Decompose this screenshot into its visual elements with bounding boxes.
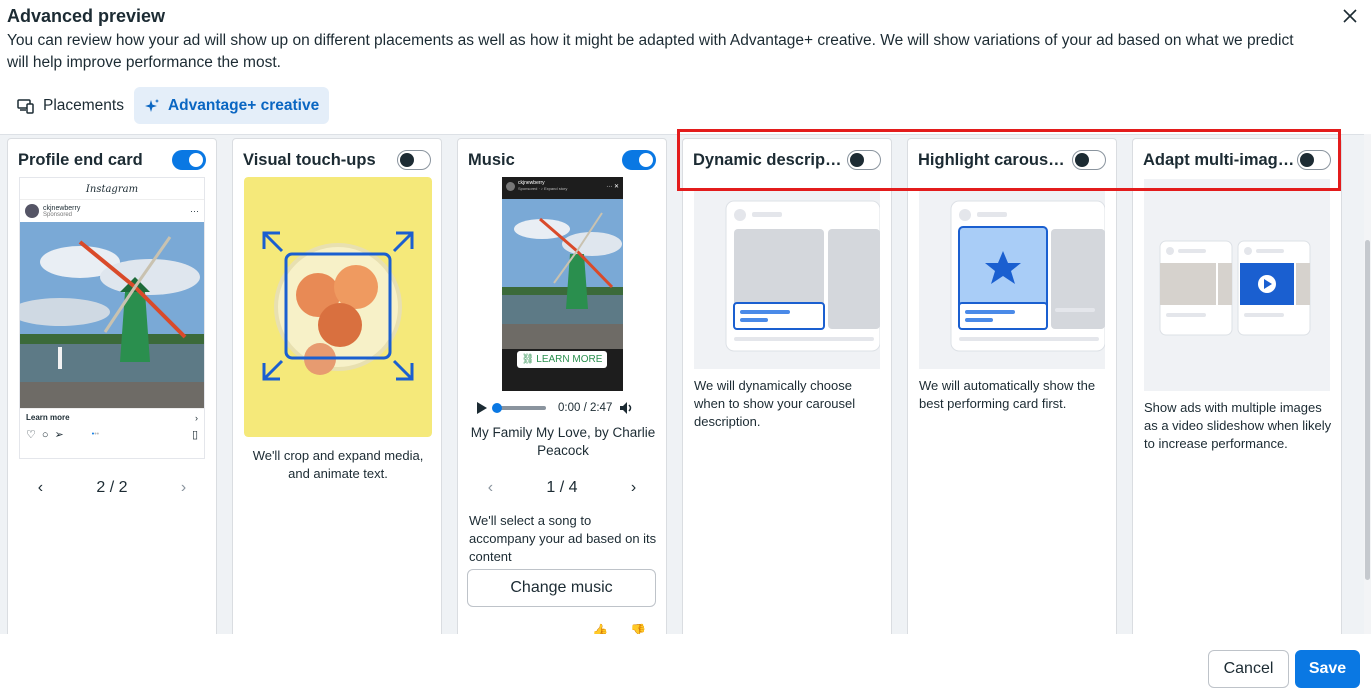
tab-placements[interactable]: Placements: [7, 87, 134, 124]
carousel-dots: •••: [91, 431, 100, 438]
card-description: Show ads with multiple images as a video…: [1144, 400, 1332, 451]
chevron-right-icon: ›: [195, 412, 198, 423]
avatar: [506, 181, 515, 191]
comment-icon: ○: [41, 428, 49, 441]
song-title: My Family My Love, by Charlie Peacock: [470, 425, 656, 458]
card-title: Visual touch-ups: [243, 150, 376, 169]
page-indicator: 1 / 4: [546, 479, 578, 496]
instagram-logo: Instagram: [20, 178, 204, 200]
tab-advantage-creative[interactable]: Advantage+ creative: [133, 87, 330, 124]
devices-icon: [17, 98, 34, 114]
save-button[interactable]: Save: [1295, 650, 1360, 688]
avatar: [25, 204, 39, 218]
chevron-left-icon[interactable]: ‹: [32, 479, 48, 497]
tab-advantage-label: Advantage+ creative: [167, 96, 320, 114]
ig-sponsored: Sponsored: [43, 211, 73, 218]
card-music: Music ckjnewberry Sponsored · ♪ Expand s…: [457, 138, 667, 648]
card-dynamic-description: Dynamic descrip… We will dynamically cho…: [682, 138, 892, 648]
chevron-left-icon[interactable]: ‹: [482, 479, 498, 497]
close-icon: ··· ✕: [606, 183, 619, 190]
toggle-visual-touchups[interactable]: [397, 150, 431, 170]
more-icon: ···: [190, 206, 199, 216]
footer: Cancel Save: [0, 634, 1371, 691]
toggle-music[interactable]: [622, 150, 656, 170]
card-pagination: ‹ 1 / 4 ›: [458, 479, 666, 497]
story-cta[interactable]: ⛓ LEARN MORE: [517, 351, 607, 368]
ig-username: ckjnewberry: [43, 204, 81, 212]
card-description: We will dynamically choose when to show …: [694, 378, 856, 429]
link-icon: ⛓: [521, 354, 535, 365]
card-pagination: ‹ 2 / 2 ›: [8, 479, 216, 497]
audio-time: 0:00 / 2:47: [558, 402, 613, 414]
dialog-title: Advanced preview: [7, 6, 166, 26]
play-icon[interactable]: [476, 401, 488, 415]
card-profile-end-card: Profile end card Instagram ckjnewberry S…: [7, 138, 217, 648]
ig-cta[interactable]: Learn more: [26, 413, 70, 422]
highlight-carousel-illustration: [919, 191, 1105, 369]
story-sub: Sponsored · ♪ Expand story: [518, 186, 568, 191]
dialog-header: Advanced preview You can review how your…: [7, 6, 1307, 74]
volume-icon[interactable]: [618, 400, 634, 416]
windmill-photo: [20, 222, 204, 408]
tab-placements-label: Placements: [43, 96, 124, 114]
dialog-description: You can review how your ad will show up …: [7, 32, 1294, 71]
highlight-annotation-box: [677, 129, 1341, 191]
card-description: We will automatically show the best perf…: [919, 378, 1096, 411]
card-adapt-multi-image: Adapt multi-imag… Show ads with multiple…: [1132, 138, 1342, 648]
windmill-photo: [502, 199, 623, 349]
card-highlight-carousel: Highlight carouse… We will automatically…: [907, 138, 1117, 648]
page-indicator: 2 / 2: [96, 479, 128, 496]
change-music-button[interactable]: Change music: [467, 569, 656, 607]
audio-progress[interactable]: [492, 403, 546, 413]
card-title: Profile end card: [18, 150, 143, 169]
heart-icon: ♡: [26, 429, 36, 441]
share-icon: ➢: [54, 429, 64, 441]
dynamic-description-illustration: [694, 191, 880, 369]
card-visual-touchups: Visual touch-ups We'll crop and expand m…: [232, 138, 442, 648]
close-icon[interactable]: [1340, 6, 1360, 26]
instagram-preview: Instagram ckjnewberry Sponsored ··· Lear…: [19, 177, 205, 459]
sparkle-icon: [144, 98, 159, 112]
card-description: We'll select a song to accompany your ad…: [469, 513, 657, 564]
tab-bar: Placements Advantage+ creative: [7, 87, 330, 124]
chevron-right-icon[interactable]: ›: [626, 479, 642, 497]
bookmark-icon: ▯: [191, 429, 198, 441]
story-preview: ckjnewberry Sponsored · ♪ Expand story ·…: [502, 177, 623, 391]
audio-player: 0:00 / 2:47: [476, 399, 652, 417]
chevron-right-icon[interactable]: ›: [176, 479, 192, 497]
scrollbar-thumb[interactable]: [1365, 240, 1370, 580]
toggle-profile-end-card[interactable]: [172, 150, 206, 170]
visual-touchups-illustration: [244, 177, 432, 437]
adapt-multi-image-illustration: [1144, 179, 1330, 391]
cancel-button[interactable]: Cancel: [1208, 650, 1289, 688]
card-description: We'll crop and expand media, and animate…: [252, 448, 424, 481]
card-title: Music: [468, 150, 515, 169]
